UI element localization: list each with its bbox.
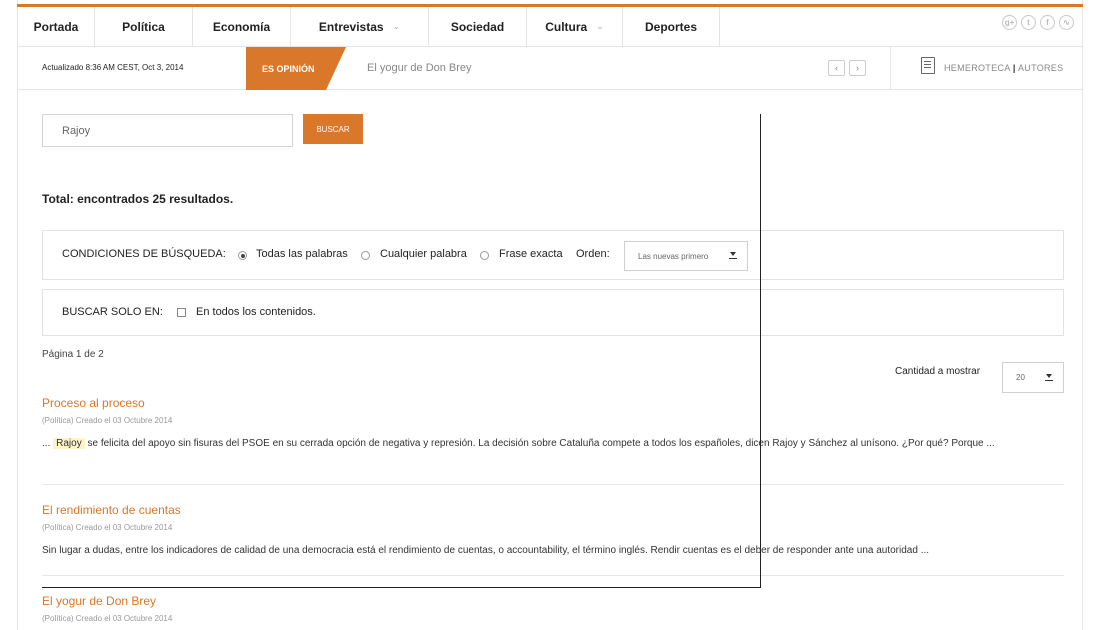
main-nav: Portada Política Economía Entrevistas ⌄ S… (18, 7, 1082, 47)
nav-item-sociedad[interactable]: Sociedad (429, 7, 527, 46)
result-meta: (Política) Creado el 03 Octubre 2014 (42, 523, 173, 532)
result-title[interactable]: El rendimiento de cuentas (42, 503, 181, 517)
chevron-left-icon[interactable]: ‹ (828, 60, 845, 76)
ticker-arrows: ‹ › (828, 60, 866, 76)
search-highlight: Rajoy (53, 438, 85, 449)
selection-line-horizontal (42, 587, 761, 588)
radio-exact-phrase[interactable] (480, 251, 489, 260)
opinion-badge: ES OPINIÓN (246, 47, 346, 90)
result-meta: (Política) Creado el 03 Octubre 2014 (42, 416, 173, 425)
social-links: g+ t f ∿ (1002, 15, 1074, 30)
nav-item-economia[interactable]: Economía (193, 7, 291, 46)
selection-line-vertical (760, 114, 761, 588)
option-any-word[interactable]: Cualquier palabra (380, 248, 467, 260)
order-select[interactable]: Las nuevas primero (624, 241, 748, 271)
result-title[interactable]: El yogur de Don Brey (42, 594, 156, 608)
result-snippet: Sin lugar a dudas, entre los indicadores… (42, 545, 930, 556)
chevron-down-icon: ⌄ (596, 21, 604, 31)
order-value: Las nuevas primero (638, 251, 709, 261)
nav-label: Política (122, 19, 165, 34)
option-exact-phrase[interactable]: Frase exacta (499, 248, 563, 260)
facebook-icon[interactable]: f (1040, 15, 1055, 30)
search-only-label: BUSCAR SOLO EN: (62, 306, 163, 318)
count-label: Cantidad a mostrar (895, 366, 981, 377)
nav-label: Sociedad (450, 19, 505, 34)
snippet-prefix: ... (42, 438, 51, 449)
nav-item-deportes[interactable]: Deportes (623, 7, 720, 46)
result-snippet: ... Rajoy se felicita del apoyo sin fisu… (42, 436, 1057, 452)
twitter-icon[interactable]: t (1021, 15, 1036, 30)
hemeroteca-link[interactable]: HEMEROTECA (944, 63, 1010, 73)
result-divider (42, 575, 1064, 576)
ticker-headline[interactable]: El yogur de Don Brey (367, 62, 472, 74)
ticker-divider (890, 47, 891, 90)
nav-label: Entrevistas (318, 19, 384, 34)
nav-label: Deportes (644, 19, 697, 34)
option-all-words[interactable]: Todas las palabras (256, 248, 348, 260)
count-value: 20 (1016, 373, 1025, 382)
conditions-label: CONDICIONES DE BÚSQUEDA: (62, 248, 226, 260)
result-title[interactable]: Proceso al proceso (42, 396, 145, 410)
all-content-checkbox[interactable] (177, 308, 186, 317)
link-separator: | (1012, 63, 1016, 73)
all-content-option[interactable]: En todos los contenidos. (196, 306, 316, 318)
rss-icon[interactable]: ∿ (1059, 15, 1074, 30)
nav-item-cultura[interactable]: Cultura ⌄ (527, 7, 623, 46)
search-conditions: CONDICIONES DE BÚSQUEDA: Todas las palab… (42, 230, 1064, 280)
nav-label: Portada (33, 19, 79, 34)
search-input[interactable] (42, 114, 293, 147)
nav-item-entrevistas[interactable]: Entrevistas ⌄ (291, 7, 429, 46)
radio-all-words[interactable] (238, 251, 247, 260)
result-meta: (Política) Creado el 03 Octubre 2014 (42, 614, 173, 623)
nav-item-politica[interactable]: Política (95, 7, 193, 46)
results-total: Total: encontrados 25 resultados. (42, 192, 234, 206)
chevron-right-icon[interactable]: › (849, 60, 866, 76)
snippet-text: se felicita del apoyo sin fisuras del PS… (87, 438, 995, 449)
dropdown-arrow-icon (729, 252, 737, 259)
autores-link[interactable]: AUTORES (1018, 63, 1063, 73)
archive-icon (921, 57, 935, 74)
count-select[interactable]: 20 (1002, 362, 1064, 393)
radio-any-word[interactable] (361, 251, 370, 260)
result-divider (42, 484, 1064, 485)
chevron-down-icon: ⌄ (392, 21, 401, 31)
nav-label: Cultura (545, 19, 588, 34)
nav-label: Economía (212, 19, 271, 34)
dropdown-arrow-icon (1045, 373, 1053, 381)
news-ticker: Actualizado 8:36 AM CEST, Oct 3, 2014 ES… (18, 47, 1082, 90)
page-counter: Página 1 de 2 (42, 349, 104, 360)
order-label: Orden: (576, 248, 610, 260)
search-only-in: BUSCAR SOLO EN: En todos los contenidos. (42, 289, 1064, 336)
search-button[interactable]: BUSCAR (303, 114, 363, 144)
google-plus-icon[interactable]: g+ (1002, 15, 1017, 30)
nav-item-portada[interactable]: Portada (18, 7, 95, 46)
updated-timestamp: Actualizado 8:36 AM CEST, Oct 3, 2014 (42, 63, 184, 72)
archive-links: HEMEROTECA | AUTORES (944, 63, 1063, 73)
